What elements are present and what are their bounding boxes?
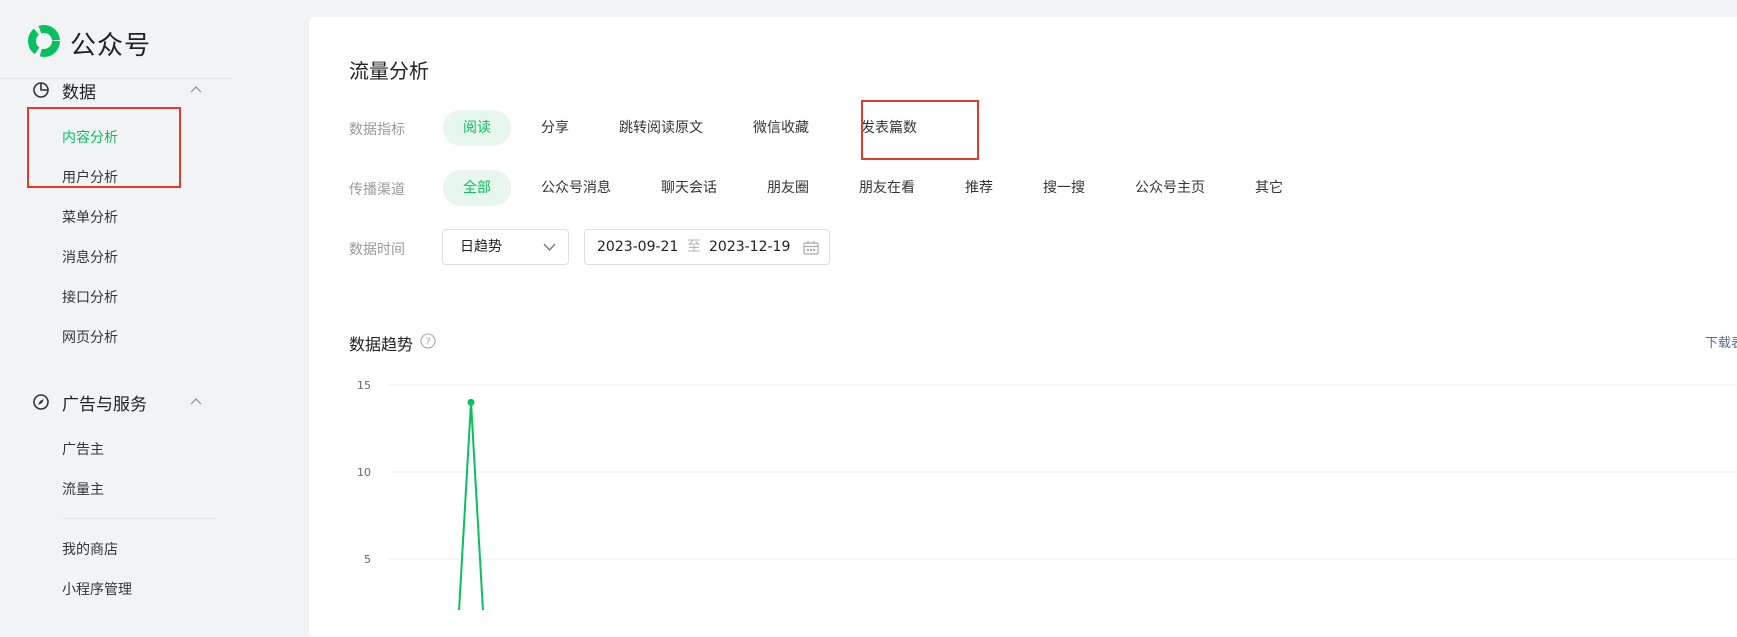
channel-option-search[interactable]: 搜一搜 xyxy=(1043,170,1085,206)
sidebar-item-user-analysis[interactable]: 用户分析 xyxy=(62,167,118,187)
time-row-label: 数据时间 xyxy=(349,242,405,258)
channel-option-account-home[interactable]: 公众号主页 xyxy=(1135,170,1205,206)
y-tick-label: 5 xyxy=(364,553,371,566)
sidebar-section-ads[interactable]: 广告与服务 xyxy=(32,390,202,415)
sidebar-item-advertiser[interactable]: 广告主 xyxy=(62,439,104,459)
channel-option-chat[interactable]: 聊天会话 xyxy=(661,170,717,206)
series-line xyxy=(458,402,484,610)
chevron-down-icon xyxy=(543,243,556,251)
end-date[interactable]: 2023-12-19 xyxy=(709,230,790,264)
y-tick-label: 15 xyxy=(357,379,371,392)
page-title: 流量分析 xyxy=(349,59,429,83)
chevron-up-icon[interactable] xyxy=(190,85,202,93)
trend-line-chart: 15 10 5 xyxy=(357,379,1737,610)
start-date[interactable]: 2023-09-21 xyxy=(597,230,678,264)
channel-option-recommend[interactable]: 推荐 xyxy=(965,170,993,206)
help-icon[interactable]: ? xyxy=(420,333,436,349)
chevron-up-icon[interactable] xyxy=(190,397,202,405)
compass-icon xyxy=(32,393,50,411)
trend-title: 数据趋势 xyxy=(349,335,414,354)
sidebar-section-data[interactable]: 数据 xyxy=(32,78,202,103)
sidebar-item-message-analysis[interactable]: 消息分析 xyxy=(62,247,118,267)
sidebar-section-label: 数据 xyxy=(62,82,96,103)
calendar-icon xyxy=(803,241,819,255)
sidebar-item-my-store[interactable]: 我的商店 xyxy=(62,539,118,559)
granularity-value: 日趋势 xyxy=(460,239,502,255)
channel-option-account-message[interactable]: 公众号消息 xyxy=(541,170,611,206)
sidebar-item-webpage-analysis[interactable]: 网页分析 xyxy=(62,327,118,347)
channel-option-friends-watching[interactable]: 朋友在看 xyxy=(859,170,915,206)
sidebar-item-mini-program[interactable]: 小程序管理 xyxy=(62,579,132,599)
pie-chart-icon xyxy=(32,81,50,99)
channel-option-all[interactable]: 全部 xyxy=(443,170,511,206)
download-table-link[interactable]: 下载表 xyxy=(1705,332,1737,351)
sidebar-item-api-analysis[interactable]: 接口分析 xyxy=(62,287,118,307)
sidebar-item-publisher[interactable]: 流量主 xyxy=(62,479,104,499)
granularity-select[interactable]: 日趋势 xyxy=(442,229,569,265)
sidebar: 公众号 数据 内容分析 用户分析 菜单分析 消息分析 接口分析 网页分析 广告与… xyxy=(0,0,308,604)
date-range-picker[interactable]: 2023-09-21 至 2023-12-19 xyxy=(584,229,830,265)
data-point[interactable] xyxy=(467,398,475,406)
sidebar-item-content-analysis[interactable]: 内容分析 xyxy=(62,127,118,147)
metric-option-wechat-favorite[interactable]: 微信收藏 xyxy=(753,110,809,146)
metric-option-read[interactable]: 阅读 xyxy=(443,110,511,146)
metric-row-label: 数据指标 xyxy=(349,122,405,138)
svg-text:?: ? xyxy=(425,337,430,348)
channel-option-other[interactable]: 其它 xyxy=(1255,170,1283,206)
sidebar-item-menu-analysis[interactable]: 菜单分析 xyxy=(62,207,118,227)
date-range-separator: 至 xyxy=(687,239,701,255)
metric-option-published-count[interactable]: 发表篇数 xyxy=(861,110,917,146)
sidebar-section-label: 广告与服务 xyxy=(62,394,147,415)
channel-row-label: 传播渠道 xyxy=(349,182,405,198)
sidebar-divider xyxy=(62,518,216,519)
channel-option-moments[interactable]: 朋友圈 xyxy=(767,170,809,206)
app-logo[interactable]: 公众号 xyxy=(26,25,151,61)
y-tick-label: 10 xyxy=(357,466,371,479)
metric-option-read-original[interactable]: 跳转阅读原文 xyxy=(619,110,703,146)
metric-option-share[interactable]: 分享 xyxy=(541,110,569,146)
app-name: 公众号 xyxy=(70,30,152,61)
wechat-official-account-logo-icon xyxy=(26,23,62,63)
